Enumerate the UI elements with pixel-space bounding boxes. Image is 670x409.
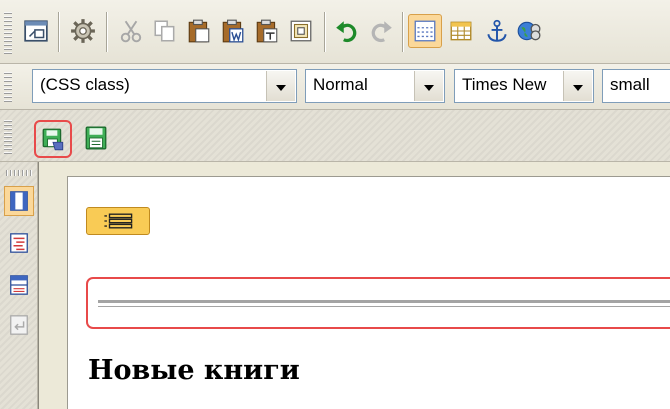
paste-word-icon	[222, 19, 244, 43]
design-view-icon	[10, 191, 28, 211]
font-name-value: Times New	[462, 75, 547, 94]
split-view-button[interactable]	[4, 270, 34, 300]
gear-icon	[71, 19, 95, 43]
undo-arrow-icon	[336, 21, 357, 43]
paste-button[interactable]	[182, 14, 216, 48]
horizontal-rule-highlight	[86, 277, 670, 329]
chevron-down-icon[interactable]	[266, 71, 295, 101]
paste-from-word-button[interactable]	[216, 14, 250, 48]
undo-button[interactable]	[330, 14, 364, 48]
toolbar-grip[interactable]	[4, 120, 12, 154]
save-toolbar	[0, 110, 670, 162]
clipboard-icon	[188, 19, 210, 43]
toggle-borders-button[interactable]	[408, 14, 442, 48]
paste-text-button[interactable]	[250, 14, 284, 48]
anchor-icon	[487, 19, 507, 42]
split-view-icon	[10, 275, 28, 295]
font-size-value: small	[610, 75, 650, 94]
redo-arrow-icon	[371, 21, 392, 43]
preview-button[interactable]	[4, 310, 34, 340]
preview-icon	[10, 315, 28, 335]
scissors-icon	[120, 20, 142, 43]
paste-html-icon	[290, 20, 312, 42]
design-view-button[interactable]	[4, 186, 34, 216]
chevron-down-icon[interactable]	[414, 71, 443, 101]
sidebar-grip[interactable]	[6, 170, 32, 176]
font-name-select[interactable]: Times New	[454, 69, 594, 103]
insert-link-button[interactable]	[512, 14, 546, 48]
editor-document[interactable]: Новые книги	[67, 176, 670, 409]
paste-html-button[interactable]	[284, 14, 318, 48]
page-heading[interactable]: Новые книги	[88, 355, 300, 386]
save-button[interactable]	[34, 120, 72, 158]
table-icon	[450, 21, 472, 41]
toolbar-grip[interactable]	[4, 72, 12, 102]
horizontal-rule[interactable]	[98, 300, 670, 307]
editor-area: Новые книги	[38, 162, 670, 409]
html-source-icon	[10, 233, 28, 253]
main-toolbar	[0, 0, 670, 64]
insert-table-button[interactable]	[444, 14, 478, 48]
floppy-disk-icon	[85, 126, 107, 150]
view-mode-sidebar	[0, 162, 38, 409]
font-size-select[interactable]: small	[602, 69, 670, 103]
cut-button[interactable]	[114, 14, 148, 48]
copy-button[interactable]	[148, 14, 182, 48]
paste-text-icon	[256, 19, 278, 43]
window-icon	[24, 20, 48, 42]
dashed-border-icon	[414, 20, 436, 42]
css-class-value: (CSS class)	[40, 75, 130, 94]
div-block-icon	[104, 213, 133, 229]
chevron-down-icon[interactable]	[563, 71, 592, 101]
window-button[interactable]	[19, 14, 53, 48]
html-view-button[interactable]	[4, 228, 34, 258]
copy-icon	[154, 20, 175, 42]
redo-button[interactable]	[364, 14, 398, 48]
paragraph-format-select[interactable]: Normal	[305, 69, 445, 103]
save-as-button[interactable]	[78, 120, 114, 156]
insert-anchor-button[interactable]	[480, 14, 514, 48]
save-disk-icon	[42, 128, 64, 151]
div-container-badge[interactable]	[86, 207, 150, 235]
paragraph-format-value: Normal	[313, 75, 368, 94]
css-class-select[interactable]: (CSS class)	[32, 69, 297, 103]
toolbar-grip[interactable]	[4, 12, 12, 54]
settings-button[interactable]	[66, 14, 100, 48]
globe-link-icon	[517, 21, 541, 41]
format-toolbar: (CSS class) Normal Times New small	[0, 64, 670, 110]
